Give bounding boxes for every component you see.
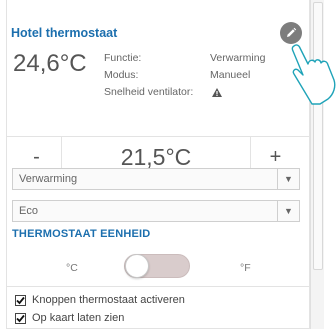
warning-triangle-icon [212,88,222,97]
mode-select[interactable]: Eco ▼ [12,200,300,222]
pencil-icon [287,27,297,37]
fahrenheit-label: °F [240,262,251,274]
current-temperature: 24,6°C [13,50,87,77]
pointer-hand-icon [291,44,336,105]
fan-speed-label: Snelheid ventilator: [104,86,194,98]
checkmark-icon [16,296,25,304]
show-on-map-checkbox-row[interactable]: Op kaart laten zien [15,312,124,324]
edit-button[interactable] [280,22,302,44]
toggle-knob[interactable] [125,254,149,278]
scrollbar-thumb[interactable] [313,2,323,270]
checkbox[interactable] [15,294,26,306]
function-value: Verwarming [210,52,266,64]
unit-toggle[interactable] [124,254,190,278]
chevron-down-icon[interactable]: ▼ [277,169,299,189]
function-select-value: Verwarming [19,173,78,185]
activate-buttons-checkbox-row[interactable]: Knoppen thermostaat activeren [15,294,185,306]
checkbox[interactable] [15,312,26,324]
checkmark-icon [16,314,25,322]
chevron-down-icon[interactable]: ▼ [277,201,299,221]
unit-section-title: THERMOSTAAT EENHEID [12,228,151,240]
function-label: Functie: [104,52,142,64]
mode-select-value: Eco [19,205,38,217]
mode-label: Modus: [104,69,139,81]
function-select[interactable]: Verwarming ▼ [12,168,300,190]
checkbox-label: Knoppen thermostaat activeren [32,294,185,306]
celsius-label: °C [66,262,78,274]
checkbox-label: Op kaart laten zien [32,312,125,324]
divider [6,286,310,287]
mode-value: Manueel [210,69,251,81]
panel-title: Hotel thermostaat [11,26,118,40]
